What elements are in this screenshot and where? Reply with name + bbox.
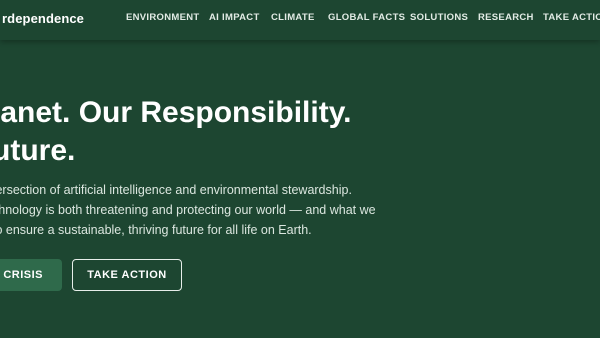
hero-description-line: tersection of artificial intelligence an… — [0, 183, 352, 197]
nav-link-research[interactable]: RESEARCH — [478, 12, 534, 23]
site-logo[interactable]: rdependence — [2, 11, 84, 26]
hero-title: lanet. Our Responsibility. uture. — [0, 94, 352, 170]
nav-link-global-facts[interactable]: GLOBAL FACTS — [328, 12, 405, 23]
nav-link-solutions[interactable]: SOLUTIONS — [410, 12, 468, 23]
nav-link-ai-impact[interactable]: AI IMPACT — [209, 12, 260, 23]
hero-title-line: lanet. Our Responsibility. — [0, 96, 352, 129]
top-navbar: rdependence ENVIRONMENT AI IMPACT CLIMAT… — [0, 0, 600, 40]
take-action-button[interactable]: TAKE ACTION — [72, 259, 182, 291]
nav-link-environment[interactable]: ENVIRONMENT — [126, 12, 200, 23]
hero-title-line: uture. — [0, 134, 76, 167]
explore-crisis-button[interactable]: E CRISIS — [0, 259, 62, 291]
hero-description-line: chnology is both threatening and protect… — [0, 203, 376, 217]
nav-link-take-action[interactable]: TAKE ACTION — [543, 12, 600, 23]
hero-description-line: to ensure a sustainable, thriving future… — [0, 223, 312, 237]
hero-description: tersection of artificial intelligence an… — [0, 180, 376, 240]
nav-link-climate[interactable]: CLIMATE — [271, 12, 315, 23]
